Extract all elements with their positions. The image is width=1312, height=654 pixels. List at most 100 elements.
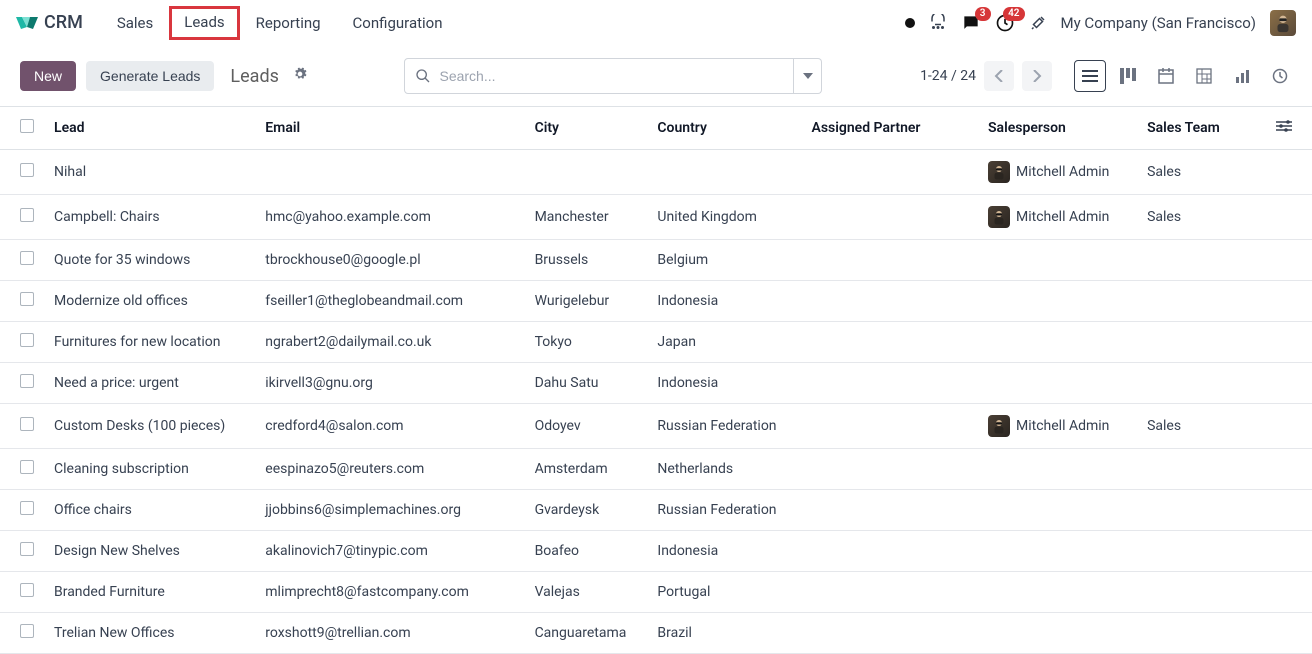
search-box[interactable] [404,58,794,94]
cell-salesperson [978,322,1137,363]
view-graph[interactable] [1226,60,1258,92]
select-all-checkbox[interactable] [20,119,34,133]
row-checkbox[interactable] [20,251,34,265]
salesperson-name: Mitchell Admin [1016,209,1109,225]
header-lead[interactable]: Lead [44,107,255,150]
company-selector[interactable]: My Company (San Francisco) [1061,14,1256,32]
tools-icon[interactable] [1029,14,1047,32]
tray-icon[interactable] [929,14,947,32]
view-list[interactable] [1074,60,1106,92]
cell-lead: Campbell: Chairs [44,195,255,240]
cell-salesperson [978,281,1137,322]
cell-email: roxshott9@trellian.com [255,613,524,654]
table-row[interactable]: Office chairsjjobbins6@simplemachines.or… [0,490,1312,531]
view-calendar[interactable] [1150,60,1182,92]
row-checkbox[interactable] [20,333,34,347]
nav-sales[interactable]: Sales [101,6,169,40]
pager-prev[interactable] [984,61,1014,91]
topbar-right: 3 42 My Company (San Francisco) [905,10,1296,36]
view-pivot[interactable] [1188,60,1220,92]
row-checkbox[interactable] [20,163,34,177]
salesperson-name: Mitchell Admin [1016,164,1109,180]
generate-leads-button[interactable]: Generate Leads [86,61,214,91]
cell-country: Netherlands [647,449,801,490]
header-salesperson[interactable]: Salesperson [978,107,1137,150]
header-city[interactable]: City [525,107,648,150]
nav-configuration[interactable]: Configuration [337,6,459,40]
header-partner[interactable]: Assigned Partner [802,107,979,150]
nav-leads[interactable]: Leads [169,6,239,40]
cell-partner [802,572,979,613]
chevron-right-icon [1032,70,1042,82]
row-checkbox[interactable] [20,624,34,638]
messages-icon[interactable]: 3 [961,13,981,33]
row-checkbox[interactable] [20,501,34,515]
header-team[interactable]: Sales Team [1137,107,1266,150]
header-email[interactable]: Email [255,107,524,150]
leads-table-wrap: Lead Email City Country Assigned Partner… [0,106,1312,654]
cell-salesperson [978,449,1137,490]
table-row[interactable]: Cleaning subscriptioneespinazo5@reuters.… [0,449,1312,490]
cell-email: akalinovich7@tinypic.com [255,531,524,572]
cell-salesperson [978,240,1137,281]
cell-country: Russian Federation [647,490,801,531]
cell-city: Wurigelebur [525,281,648,322]
table-row[interactable]: Design New Shelvesakalinovich7@tinypic.c… [0,531,1312,572]
table-row[interactable]: Campbell: Chairshmc@yahoo.example.comMan… [0,195,1312,240]
new-button[interactable]: New [20,61,76,91]
row-checkbox[interactable] [20,374,34,388]
app-logo[interactable]: CRM [16,12,83,33]
row-checkbox[interactable] [20,417,34,431]
cell-lead: Need a price: urgent [44,363,255,404]
salesperson-avatar [988,415,1010,437]
table-row[interactable]: Quote for 35 windowstbrockhouse0@google.… [0,240,1312,281]
cell-team [1137,240,1266,281]
header-country[interactable]: Country [647,107,801,150]
caret-down-icon [803,71,813,81]
table-row[interactable]: Branded Furnituremlimprecht8@fastcompany… [0,572,1312,613]
row-checkbox[interactable] [20,292,34,306]
cell-lead: Trelian New Offices [44,613,255,654]
table-row[interactable]: Need a price: urgentikirvell3@gnu.orgDah… [0,363,1312,404]
pager-next[interactable] [1022,61,1052,91]
search-input[interactable] [439,68,783,84]
salesperson-name: Mitchell Admin [1016,418,1109,434]
cell-city: Odoyev [525,404,648,449]
view-switcher [1074,60,1296,92]
cell-country: Belgium [647,240,801,281]
row-checkbox[interactable] [20,583,34,597]
pivot-icon [1196,68,1212,84]
cell-team [1137,322,1266,363]
cell-email: jjobbins6@simplemachines.org [255,490,524,531]
table-row[interactable]: Custom Desks (100 pieces)credford4@salon… [0,404,1312,449]
cell-city: Gvardeysk [525,490,648,531]
presence-icon[interactable] [905,18,915,28]
cell-team [1137,572,1266,613]
column-options-icon[interactable] [1276,120,1292,136]
table-row[interactable]: NihalMitchell AdminSales [0,150,1312,195]
cell-partner [802,195,979,240]
cell-email: fseiller1@theglobeandmail.com [255,281,524,322]
cell-salesperson [978,613,1137,654]
row-checkbox[interactable] [20,460,34,474]
view-activity[interactable] [1264,60,1296,92]
gear-icon[interactable] [293,67,307,85]
cell-lead: Cleaning subscription [44,449,255,490]
nav-reporting[interactable]: Reporting [240,6,337,40]
table-row[interactable]: Modernize old officesfseiller1@theglobea… [0,281,1312,322]
view-kanban[interactable] [1112,60,1144,92]
cell-partner [802,404,979,449]
activities-icon[interactable]: 42 [995,13,1015,33]
cell-lead: Custom Desks (100 pieces) [44,404,255,449]
row-checkbox[interactable] [20,542,34,556]
cell-city: Brussels [525,240,648,281]
cell-lead: Quote for 35 windows [44,240,255,281]
row-checkbox[interactable] [20,208,34,222]
table-row[interactable]: Furnitures for new locationngrabert2@dai… [0,322,1312,363]
cell-partner [802,240,979,281]
cell-team [1137,363,1266,404]
table-row[interactable]: Trelian New Officesroxshott9@trellian.co… [0,613,1312,654]
search-dropdown[interactable] [794,58,822,94]
user-avatar[interactable] [1270,10,1296,36]
cell-city: Manchester [525,195,648,240]
